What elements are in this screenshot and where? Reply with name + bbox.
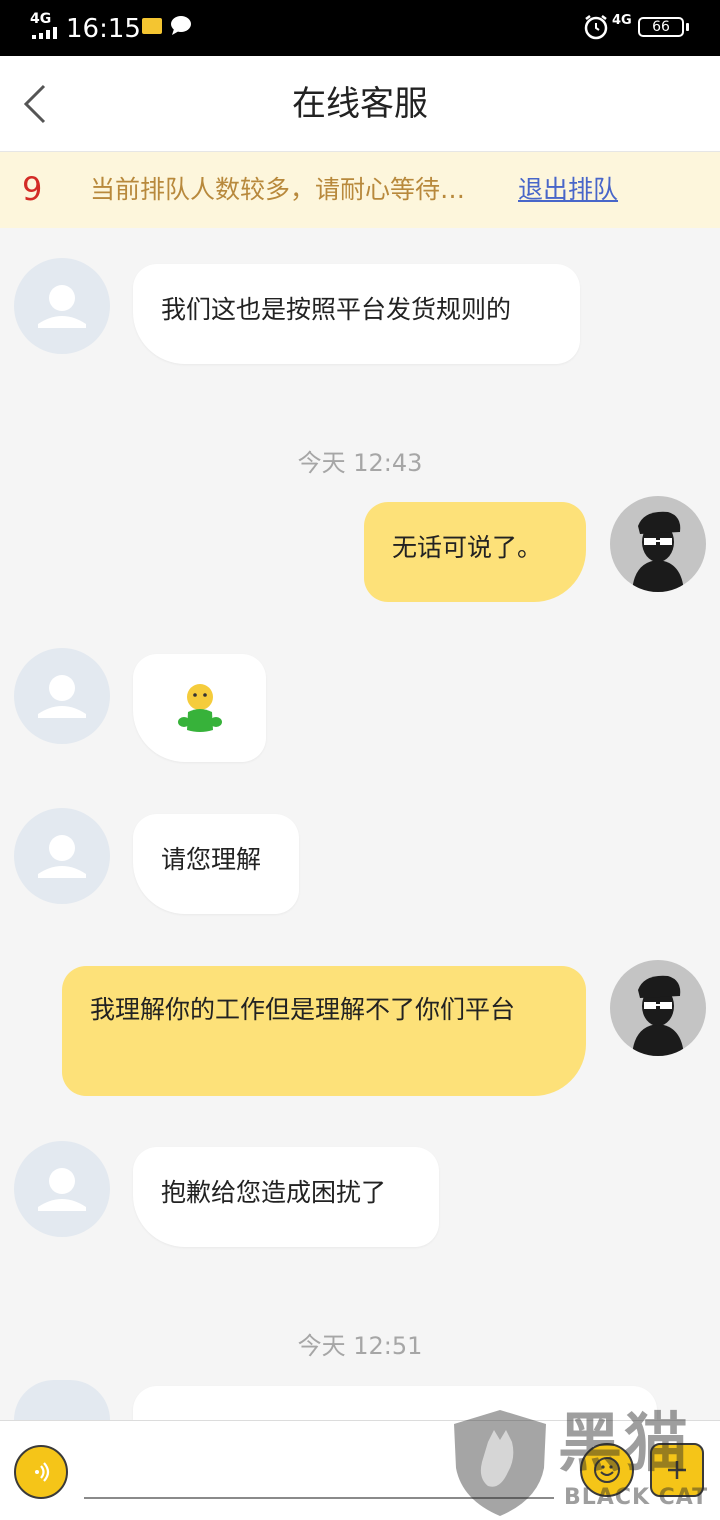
message-text: 抱歉给您造成困扰了	[161, 1178, 387, 1207]
agent-avatar[interactable]	[14, 258, 110, 354]
status-bar: 4G 16:15 4G 66	[0, 0, 720, 56]
user-silhouette-icon	[632, 975, 684, 1056]
emoji-icon	[178, 684, 222, 732]
queue-position: 9	[22, 170, 43, 208]
message-text: 我们这也是按照平台发货规则的	[161, 295, 512, 324]
plus-icon	[668, 1461, 686, 1479]
message-text: 我理解你的工作但是理解不了你们平台	[90, 995, 516, 1024]
person-icon	[38, 835, 86, 878]
input-bar	[0, 1420, 720, 1520]
signal-label-right: 4G	[612, 13, 632, 28]
agent-avatar[interactable]	[14, 1141, 110, 1237]
mail-icon	[142, 18, 162, 34]
user-message: 我理解你的工作但是理解不了你们平台	[62, 966, 586, 1096]
voice-button[interactable]	[14, 1445, 68, 1499]
person-icon	[38, 675, 86, 718]
agent-avatar[interactable]	[14, 808, 110, 904]
exit-queue-link[interactable]: 退出排队	[518, 172, 618, 208]
more-button[interactable]	[650, 1443, 704, 1497]
page-title: 在线客服	[292, 84, 428, 124]
user-avatar[interactable]	[610, 496, 706, 592]
agent-message	[133, 654, 266, 762]
user-message: 无话可说了。	[364, 502, 586, 602]
person-icon	[38, 1168, 86, 1211]
agent-message: 抱歉给您造成困扰了	[133, 1147, 439, 1247]
message-text: 请您理解	[161, 845, 262, 874]
battery-cap	[686, 23, 689, 31]
battery-icon: 66	[638, 17, 684, 37]
app-header: 在线客服	[0, 56, 720, 152]
agent-avatar[interactable]	[14, 648, 110, 744]
chat-icon	[171, 16, 191, 35]
voice-icon	[35, 1462, 50, 1482]
timestamp: 今天 12:43	[297, 449, 423, 477]
agent-message: 我们这也是按照平台发货规则的	[133, 264, 580, 364]
person-icon	[38, 285, 86, 328]
user-silhouette-icon	[632, 511, 684, 592]
agent-message: 请您理解	[133, 814, 299, 914]
signal-label: 4G	[30, 11, 52, 27]
queue-message: 当前排队人数较多，请耐心等待…	[90, 175, 466, 204]
signal-icon	[32, 27, 57, 39]
agent-message-partial	[133, 1386, 657, 1420]
emoji-button[interactable]	[580, 1443, 634, 1497]
alarm-icon	[584, 15, 608, 40]
user-avatar[interactable]	[610, 960, 706, 1056]
message-text: 无话可说了。	[392, 533, 543, 562]
timestamp: 今天 12:51	[297, 1332, 423, 1360]
emoji-icon	[594, 1457, 620, 1483]
agent-avatar[interactable]	[14, 1380, 110, 1420]
clock-time: 16:15	[66, 14, 141, 44]
queue-banner: 9 当前排队人数较多，请耐心等待… 退出排队	[0, 152, 720, 228]
message-input[interactable]	[84, 1441, 554, 1499]
